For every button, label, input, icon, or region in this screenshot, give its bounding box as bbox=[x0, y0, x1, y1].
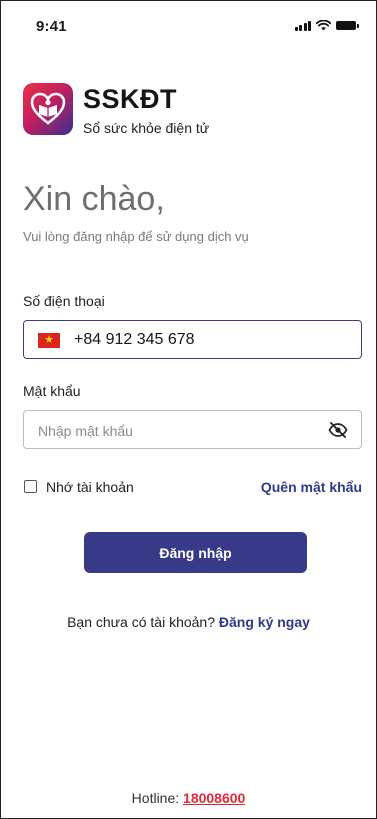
password-field bbox=[23, 410, 362, 449]
status-time: 9:41 bbox=[36, 18, 67, 35]
app-title: SSKĐT bbox=[83, 84, 178, 114]
signal-icon bbox=[294, 20, 311, 31]
vietnam-flag-icon: ★ bbox=[38, 333, 60, 348]
password-input[interactable] bbox=[36, 419, 330, 443]
remember-checkbox[interactable] bbox=[24, 480, 37, 493]
login-screen: 9:41 SSKĐT Sổ sức khỏe điện tử Xin chào,… bbox=[0, 0, 377, 819]
greeting-title: Xin chào, bbox=[23, 180, 165, 218]
phone-label: Số điện thoại bbox=[23, 293, 105, 309]
hotline-number[interactable]: 18008600 bbox=[183, 790, 245, 806]
phone-value: +84 912 345 678 bbox=[74, 331, 195, 348]
wifi-icon bbox=[316, 20, 331, 31]
eye-off-icon[interactable] bbox=[328, 422, 348, 438]
app-subtitle: Sổ sức khỏe điện tử bbox=[83, 120, 210, 136]
greeting-subtitle: Vui lòng đăng nhập để sử dụng dịch vụ bbox=[23, 229, 249, 244]
signup-prompt: Bạn chưa có tài khoản? bbox=[67, 614, 215, 630]
signup-link[interactable]: Đăng ký ngay bbox=[219, 614, 310, 630]
hotline-label: Hotline: bbox=[131, 790, 180, 806]
hotline-row: Hotline: 18008600 bbox=[1, 790, 376, 806]
phone-input[interactable]: ★ +84 912 345 678 bbox=[23, 320, 362, 359]
status-icons bbox=[294, 20, 359, 31]
remember-label[interactable]: Nhớ tài khoản bbox=[46, 479, 134, 495]
heart-book-icon bbox=[30, 92, 66, 125]
app-logo bbox=[23, 83, 73, 135]
signup-row: Bạn chưa có tài khoản? Đăng ký ngay bbox=[1, 614, 376, 630]
forgot-password-link[interactable]: Quên mật khẩu bbox=[261, 479, 362, 495]
password-label: Mật khẩu bbox=[23, 383, 81, 399]
login-button[interactable]: Đăng nhập bbox=[84, 532, 307, 573]
battery-icon bbox=[336, 21, 359, 30]
